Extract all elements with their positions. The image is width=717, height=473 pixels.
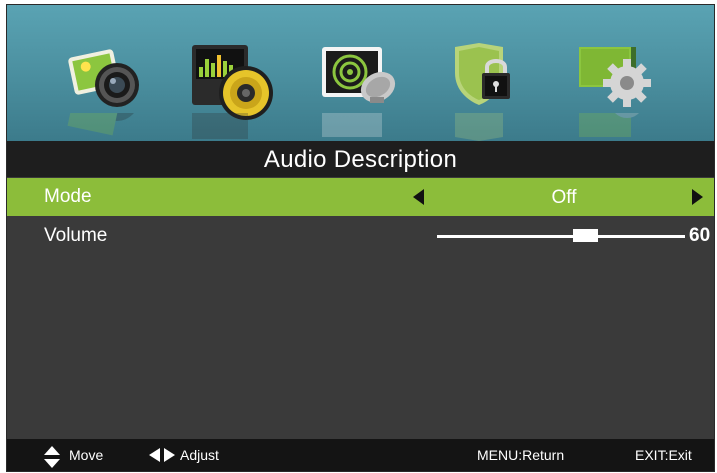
left-arrow-icon[interactable] <box>413 189 424 205</box>
sound-icon[interactable] <box>190 43 273 120</box>
volume-label: Volume <box>44 225 108 246</box>
category-icon-bar <box>7 5 714 141</box>
mode-value: Off <box>551 187 577 208</box>
volume-slider-thumb[interactable] <box>573 229 599 242</box>
volume-slider-track[interactable] <box>437 235 685 238</box>
setup-icon[interactable] <box>579 43 659 113</box>
icon-reflection <box>320 113 400 141</box>
mode-label: Mode <box>44 186 92 207</box>
right-arrow-icon[interactable] <box>692 189 703 205</box>
volume-value: 60 <box>689 225 711 246</box>
picture-icon[interactable] <box>65 43 145 113</box>
up-down-arrow-icon <box>44 446 60 468</box>
move-hint: Move <box>69 447 104 463</box>
icon-reflection <box>65 113 145 141</box>
footer-hints: Move Adjust MENU:Return EXIT:Exit <box>7 439 714 471</box>
menu-row-volume[interactable]: Volume 60 <box>7 217 714 255</box>
lock-icon[interactable] <box>449 43 529 113</box>
page-title: Audio Description <box>263 146 458 173</box>
icon-reflection <box>190 113 270 141</box>
channel-icon[interactable] <box>320 43 400 113</box>
exit-hint: EXIT:Exit <box>635 447 692 463</box>
menu-return-hint: MENU:Return <box>477 447 565 463</box>
icon-reflection <box>449 113 529 141</box>
icon-reflection <box>579 113 659 141</box>
menu-row-mode[interactable]: Mode Off <box>7 178 714 216</box>
adjust-hint: Adjust <box>180 447 219 463</box>
left-right-arrow-icon <box>149 448 175 462</box>
osd-menu: Audio Description Mode Off Volume 60 Mov… <box>6 4 715 472</box>
